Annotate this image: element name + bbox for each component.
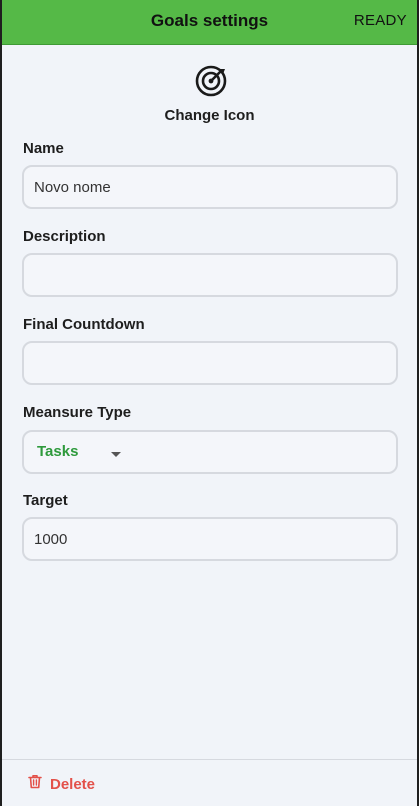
caret-down-icon — [111, 452, 121, 457]
target-label: Target — [23, 492, 68, 509]
final-countdown-input[interactable] — [22, 341, 398, 385]
trash-icon — [28, 774, 42, 794]
description-label: Description — [23, 228, 106, 245]
target-icon[interactable] — [194, 64, 228, 98]
final-countdown-label: Final Countdown — [23, 316, 145, 333]
target-input[interactable] — [22, 517, 398, 561]
change-icon-button[interactable]: Change Icon — [2, 107, 417, 124]
header-bar: Goals settings READY — [2, 0, 417, 45]
measure-type-value: Tasks — [37, 443, 79, 460]
measure-type-select[interactable]: Tasks — [22, 430, 398, 474]
bottom-bar: Delete — [2, 759, 417, 806]
delete-label: Delete — [50, 775, 96, 793]
measure-type-label: Meansure Type — [23, 404, 132, 421]
name-input[interactable] — [22, 165, 398, 209]
goals-settings-screen: Goals settings READY Change Icon Name De… — [0, 0, 419, 806]
ready-button[interactable]: READY — [354, 12, 407, 29]
description-input[interactable] — [22, 253, 398, 297]
name-label: Name — [23, 140, 64, 157]
delete-button[interactable]: Delete — [28, 774, 95, 794]
